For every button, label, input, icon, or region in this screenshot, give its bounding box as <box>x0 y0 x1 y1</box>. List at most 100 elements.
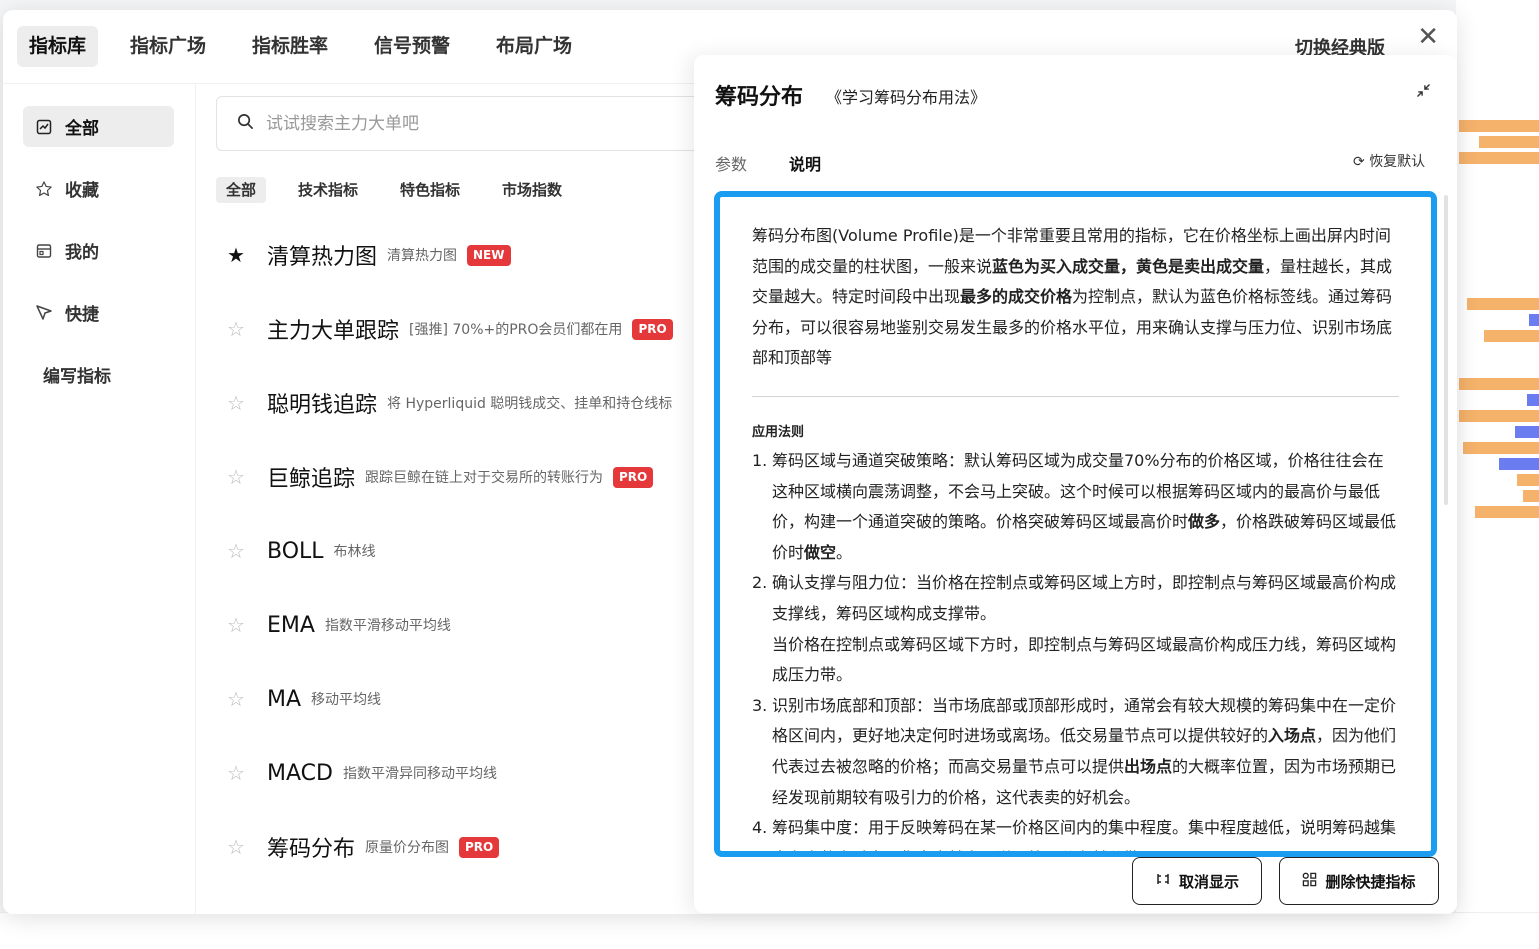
indicator-desc: 指数平滑异同移动平均线 <box>342 766 497 782</box>
star-icon[interactable]: ☆ <box>223 465 249 489</box>
pro-badge: PRO <box>632 318 673 340</box>
sidebar-item-all[interactable]: 全部 <box>23 106 174 147</box>
pro-badge: PRO <box>613 466 654 488</box>
search-box[interactable] <box>216 96 736 151</box>
rules-title: 应用法则 <box>752 424 805 440</box>
rule-item: 2. 确认支撑与阻力位：当价格在控制点或筹码区域上方时，即控制点与筹码区域最高价… <box>752 568 1399 690</box>
cancel-display-label: 取消显示 <box>1178 872 1239 891</box>
background-chart <box>1456 0 1539 949</box>
list-item[interactable]: ☆ 巨鲸追踪 跟踪巨鲸在链上对于交易所的转账行为 PRO <box>223 457 654 497</box>
rule-bold: 做多 <box>1188 512 1221 532</box>
list-item[interactable]: ☆ BOLL 布林线 <box>223 531 386 571</box>
sidebar-item-label: 快捷 <box>65 305 99 325</box>
intro-bold: 蓝色为买入成交量，黄色是卖出成交量 <box>992 256 1265 276</box>
rule-item: 4. 筹码集中度：用于反映筹码在某一价格区间内的集中程度。集中程度越低，说明筹码… <box>752 813 1399 851</box>
intro-bold: 最多的成交价格 <box>960 287 1073 307</box>
learn-usage-link[interactable]: 《学习筹码分布用法》 <box>826 84 986 108</box>
grid-icon <box>1302 872 1317 891</box>
volume-bar <box>1527 394 1539 406</box>
volume-bar <box>1523 490 1539 502</box>
description-content: 筹码分布图(Volume Profile)是一个非常重要且常用的指标，它在价格坐… <box>714 191 1437 857</box>
scrollbar[interactable] <box>1444 195 1448 505</box>
indicator-name: 主力大单跟踪 <box>267 319 400 344</box>
volume-bar <box>1484 330 1539 342</box>
volume-bar <box>1459 120 1539 132</box>
rule-text: 筹码集中度：用于反映筹码在某一价格区间内的集中程度。集中程度越低，说明筹码越集中… <box>772 818 1397 851</box>
indicator-name: 巨鲸追踪 <box>267 467 356 492</box>
tab-params[interactable]: 参数 <box>715 151 747 175</box>
calendar-icon <box>35 242 53 260</box>
volume-bar <box>1463 442 1539 454</box>
star-icon[interactable]: ☆ <box>223 613 249 637</box>
tab-layout-square[interactable]: 布局广场 <box>484 26 584 67</box>
search-input[interactable] <box>266 113 666 134</box>
indicator-name: 清算热力图 <box>267 245 378 270</box>
hide-icon <box>1155 872 1171 890</box>
star-icon[interactable]: ☆ <box>223 687 249 711</box>
delete-shortcut-button[interactable]: 删除快捷指标 <box>1279 857 1439 905</box>
list-item[interactable]: ☆ EMA 指数平滑移动平均线 <box>223 605 461 645</box>
list-item[interactable]: ☆ 聪明钱追踪 将 Hyperliquid 聪明钱成交、挂单和持仓线标 <box>223 383 697 423</box>
star-icon[interactable]: ☆ <box>223 391 249 415</box>
indicator-name: 聪明钱追踪 <box>267 393 378 418</box>
volume-bar <box>1475 506 1539 518</box>
star-icon[interactable]: ☆ <box>223 835 249 859</box>
sidebar-item-favorites[interactable]: 收藏 <box>23 168 174 209</box>
detail-title: 筹码分布 <box>715 85 804 110</box>
write-indicator-button[interactable]: 编写指标 <box>23 354 174 395</box>
volume-bar <box>1515 426 1539 438</box>
indicator-name: MACD <box>267 760 333 786</box>
intro-paragraph: 筹码分布图(Volume Profile)是一个非常重要且常用的指标，它在价格坐… <box>752 221 1399 374</box>
indicator-name: 筹码分布 <box>267 837 356 862</box>
star-icon[interactable]: ☆ <box>223 317 249 341</box>
close-icon[interactable]: ✕ <box>1417 24 1439 50</box>
volume-bar <box>1479 136 1539 148</box>
filter-market-index[interactable]: 市场指数 <box>492 177 572 203</box>
rule-number: 1. <box>752 450 768 470</box>
reset-label: 恢复默认 <box>1369 154 1426 170</box>
list-item[interactable]: ☆ MA 移动平均线 <box>223 679 391 719</box>
sidebar-item-label: 我的 <box>65 243 99 263</box>
filter-all[interactable]: 全部 <box>216 177 267 203</box>
rule-item: 3. 识别市场底部和顶部：当市场底部或顶部形成时，通常会有较大规模的筹码集中在一… <box>752 691 1399 813</box>
filter-technical[interactable]: 技术指标 <box>288 177 368 203</box>
reset-default-button[interactable]: ⟳ 恢复默认 <box>1353 151 1425 171</box>
rule-bold: 出场点 <box>1124 756 1173 776</box>
sidebar: 全部 收藏 我的 快捷 编写指标 <box>3 84 196 914</box>
indicator-name: BOLL <box>267 538 324 564</box>
rule-item: 1. 筹码区域与通道突破策略：默认筹码区域为成交量70%分布的价格区域，价格往往… <box>752 446 1399 568</box>
list-item[interactable]: ☆ MACD 指数平滑异同移动平均线 <box>223 753 507 793</box>
indicator-desc: 跟踪巨鲸在链上对于交易所的转账行为 <box>365 470 604 486</box>
star-icon[interactable]: ☆ <box>223 761 249 785</box>
filter-special[interactable]: 特色指标 <box>390 177 470 203</box>
star-icon[interactable]: ☆ <box>223 539 249 563</box>
indicator-desc: [强推] 70%+的PRO会员们都在用 <box>409 322 623 338</box>
list-item[interactable]: ☆ 筹码分布 原量价分布图 PRO <box>223 827 500 867</box>
pro-badge: PRO <box>459 836 500 858</box>
cancel-display-button[interactable]: 取消显示 <box>1132 857 1262 905</box>
new-badge: NEW <box>467 244 511 266</box>
rule-number: 2. <box>752 573 768 593</box>
sidebar-item-shortcut[interactable]: 快捷 <box>23 292 174 333</box>
indicator-desc: 原量价分布图 <box>365 840 450 856</box>
collapse-icon[interactable] <box>1416 83 1431 102</box>
pointer-icon <box>35 304 53 322</box>
list-item[interactable]: ☆ 主力大单跟踪 [强推] 70%+的PRO会员们都在用 PRO <box>223 309 673 349</box>
tab-description[interactable]: 说明 <box>789 151 821 175</box>
tab-signal-alert[interactable]: 信号预警 <box>362 26 462 67</box>
chart-icon <box>35 118 53 136</box>
tab-indicator-library[interactable]: 指标库 <box>17 26 99 67</box>
volume-bar <box>1499 458 1539 470</box>
sidebar-item-label: 编写指标 <box>43 367 111 387</box>
star-filled-icon[interactable]: ★ <box>223 243 249 267</box>
sidebar-item-mine[interactable]: 我的 <box>23 230 174 271</box>
list-item[interactable]: ★ 清算热力图 清算热力图 NEW <box>223 235 511 275</box>
volume-bar <box>1529 314 1539 326</box>
tab-indicator-square[interactable]: 指标广场 <box>118 26 218 67</box>
volume-bar <box>1517 474 1539 486</box>
indicator-desc: 将 Hyperliquid 聪明钱成交、挂单和持仓线标 <box>387 396 673 412</box>
tab-indicator-winrate[interactable]: 指标胜率 <box>240 26 340 67</box>
background-axis <box>0 912 1539 949</box>
rule-bold: 入场点 <box>1268 726 1317 746</box>
rule-number: 4. <box>752 818 768 838</box>
